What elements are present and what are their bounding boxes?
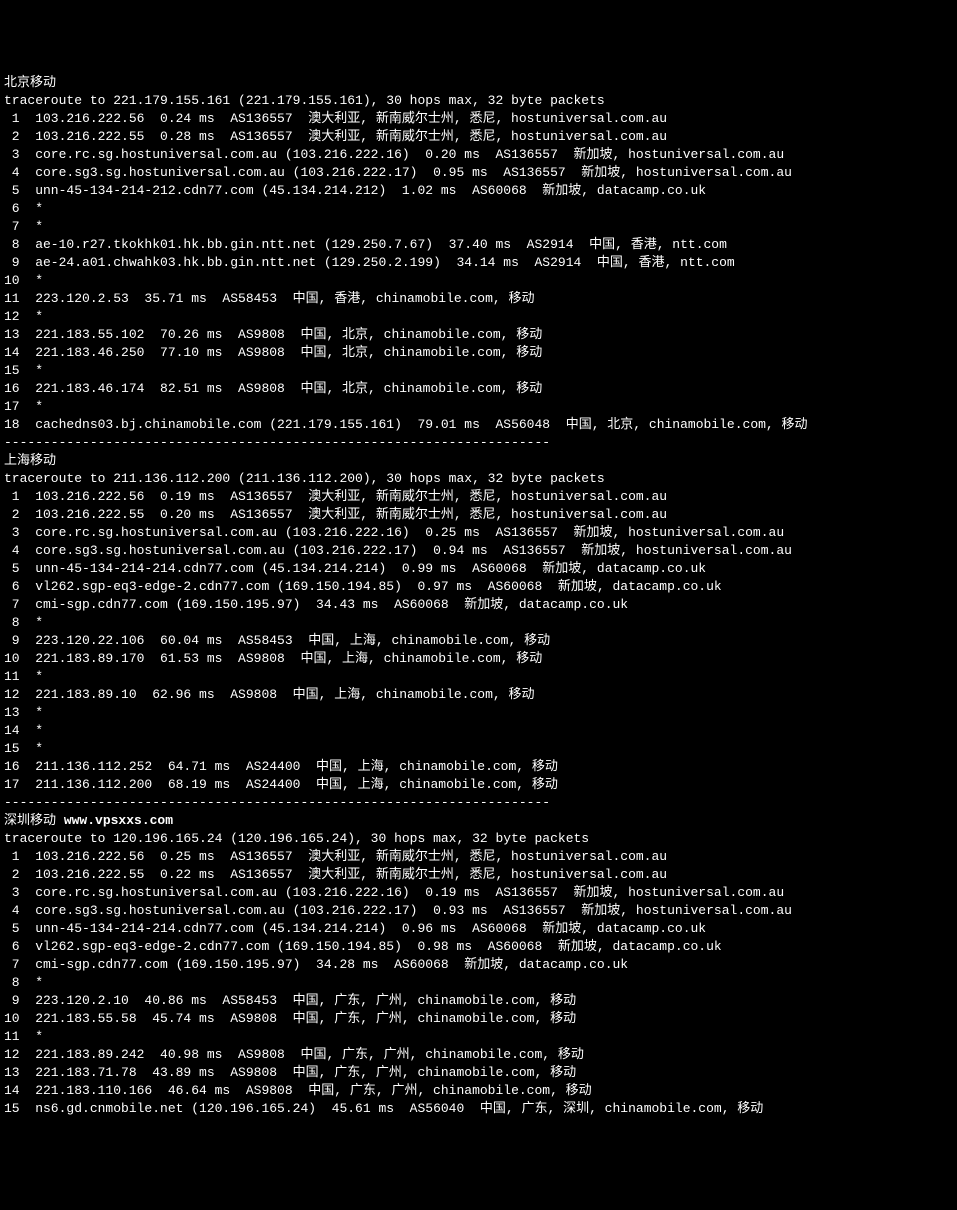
traceroute-header: traceroute to 221.179.155.161 (221.179.1… <box>4 92 953 110</box>
divider-line: ----------------------------------------… <box>4 434 953 452</box>
traceroute-hop: 7 cmi-sgp.cdn77.com (169.150.195.97) 34.… <box>4 596 953 614</box>
traceroute-hop: 1 103.216.222.56 0.24 ms AS136557 澳大利亚, … <box>4 110 953 128</box>
traceroute-hop: 13 * <box>4 704 953 722</box>
section-title: 上海移动 <box>4 452 953 470</box>
traceroute-hop: 13 221.183.71.78 43.89 ms AS9808 中国, 广东,… <box>4 1064 953 1082</box>
traceroute-hop: 3 core.rc.sg.hostuniversal.com.au (103.2… <box>4 146 953 164</box>
traceroute-hop: 9 223.120.22.106 60.04 ms AS58453 中国, 上海… <box>4 632 953 650</box>
traceroute-hop: 1 103.216.222.56 0.25 ms AS136557 澳大利亚, … <box>4 848 953 866</box>
traceroute-hop: 10 221.183.55.58 45.74 ms AS9808 中国, 广东,… <box>4 1010 953 1028</box>
traceroute-hop: 12 * <box>4 308 953 326</box>
traceroute-hop: 15 * <box>4 362 953 380</box>
traceroute-hop: 2 103.216.222.55 0.20 ms AS136557 澳大利亚, … <box>4 506 953 524</box>
traceroute-hop: 4 core.sg3.sg.hostuniversal.com.au (103.… <box>4 164 953 182</box>
traceroute-hop: 3 core.rc.sg.hostuniversal.com.au (103.2… <box>4 884 953 902</box>
traceroute-hop: 6 vl262.sgp-eq3-edge-2.cdn77.com (169.15… <box>4 938 953 956</box>
traceroute-header: traceroute to 211.136.112.200 (211.136.1… <box>4 470 953 488</box>
traceroute-hop: 4 core.sg3.sg.hostuniversal.com.au (103.… <box>4 902 953 920</box>
divider-line: ----------------------------------------… <box>4 794 953 812</box>
section-title-domain: www.vpsxxs.com <box>64 813 173 828</box>
traceroute-hop: 17 211.136.112.200 68.19 ms AS24400 中国, … <box>4 776 953 794</box>
section-title: 深圳移动 www.vpsxxs.com <box>4 812 953 830</box>
traceroute-hop: 5 unn-45-134-214-214.cdn77.com (45.134.2… <box>4 920 953 938</box>
traceroute-hop: 2 103.216.222.55 0.22 ms AS136557 澳大利亚, … <box>4 866 953 884</box>
traceroute-hop: 15 * <box>4 740 953 758</box>
traceroute-hop: 7 * <box>4 218 953 236</box>
traceroute-hop: 15 ns6.gd.cnmobile.net (120.196.165.24) … <box>4 1100 953 1118</box>
traceroute-hop: 17 * <box>4 398 953 416</box>
traceroute-hop: 8 ae-10.r27.tkokhk01.hk.bb.gin.ntt.net (… <box>4 236 953 254</box>
traceroute-hop: 10 221.183.89.170 61.53 ms AS9808 中国, 上海… <box>4 650 953 668</box>
traceroute-hop: 14 * <box>4 722 953 740</box>
traceroute-hop: 4 core.sg3.sg.hostuniversal.com.au (103.… <box>4 542 953 560</box>
traceroute-hop: 12 221.183.89.10 62.96 ms AS9808 中国, 上海,… <box>4 686 953 704</box>
traceroute-hop: 11 223.120.2.53 35.71 ms AS58453 中国, 香港,… <box>4 290 953 308</box>
traceroute-hop: 5 unn-45-134-214-214.cdn77.com (45.134.2… <box>4 560 953 578</box>
traceroute-hop: 9 223.120.2.10 40.86 ms AS58453 中国, 广东, … <box>4 992 953 1010</box>
traceroute-hop: 12 221.183.89.242 40.98 ms AS9808 中国, 广东… <box>4 1046 953 1064</box>
section-title: 北京移动 <box>4 74 953 92</box>
traceroute-hop: 10 * <box>4 272 953 290</box>
traceroute-hop: 13 221.183.55.102 70.26 ms AS9808 中国, 北京… <box>4 326 953 344</box>
traceroute-hop: 8 * <box>4 614 953 632</box>
traceroute-hop: 2 103.216.222.55 0.28 ms AS136557 澳大利亚, … <box>4 128 953 146</box>
traceroute-hop: 6 * <box>4 200 953 218</box>
traceroute-hop: 9 ae-24.a01.chwahk03.hk.bb.gin.ntt.net (… <box>4 254 953 272</box>
traceroute-hop: 18 cachedns03.bj.chinamobile.com (221.17… <box>4 416 953 434</box>
traceroute-hop: 7 cmi-sgp.cdn77.com (169.150.195.97) 34.… <box>4 956 953 974</box>
traceroute-hop: 11 * <box>4 668 953 686</box>
traceroute-hop: 8 * <box>4 974 953 992</box>
traceroute-hop: 1 103.216.222.56 0.19 ms AS136557 澳大利亚, … <box>4 488 953 506</box>
traceroute-hop: 14 221.183.110.166 46.64 ms AS9808 中国, 广… <box>4 1082 953 1100</box>
traceroute-header: traceroute to 120.196.165.24 (120.196.16… <box>4 830 953 848</box>
traceroute-hop: 16 221.183.46.174 82.51 ms AS9808 中国, 北京… <box>4 380 953 398</box>
terminal-output: 北京移动traceroute to 221.179.155.161 (221.1… <box>4 74 953 1118</box>
traceroute-hop: 5 unn-45-134-214-212.cdn77.com (45.134.2… <box>4 182 953 200</box>
traceroute-hop: 3 core.rc.sg.hostuniversal.com.au (103.2… <box>4 524 953 542</box>
traceroute-hop: 16 211.136.112.252 64.71 ms AS24400 中国, … <box>4 758 953 776</box>
traceroute-hop: 6 vl262.sgp-eq3-edge-2.cdn77.com (169.15… <box>4 578 953 596</box>
section-title-text: 深圳移动 <box>4 813 64 828</box>
traceroute-hop: 14 221.183.46.250 77.10 ms AS9808 中国, 北京… <box>4 344 953 362</box>
traceroute-hop: 11 * <box>4 1028 953 1046</box>
